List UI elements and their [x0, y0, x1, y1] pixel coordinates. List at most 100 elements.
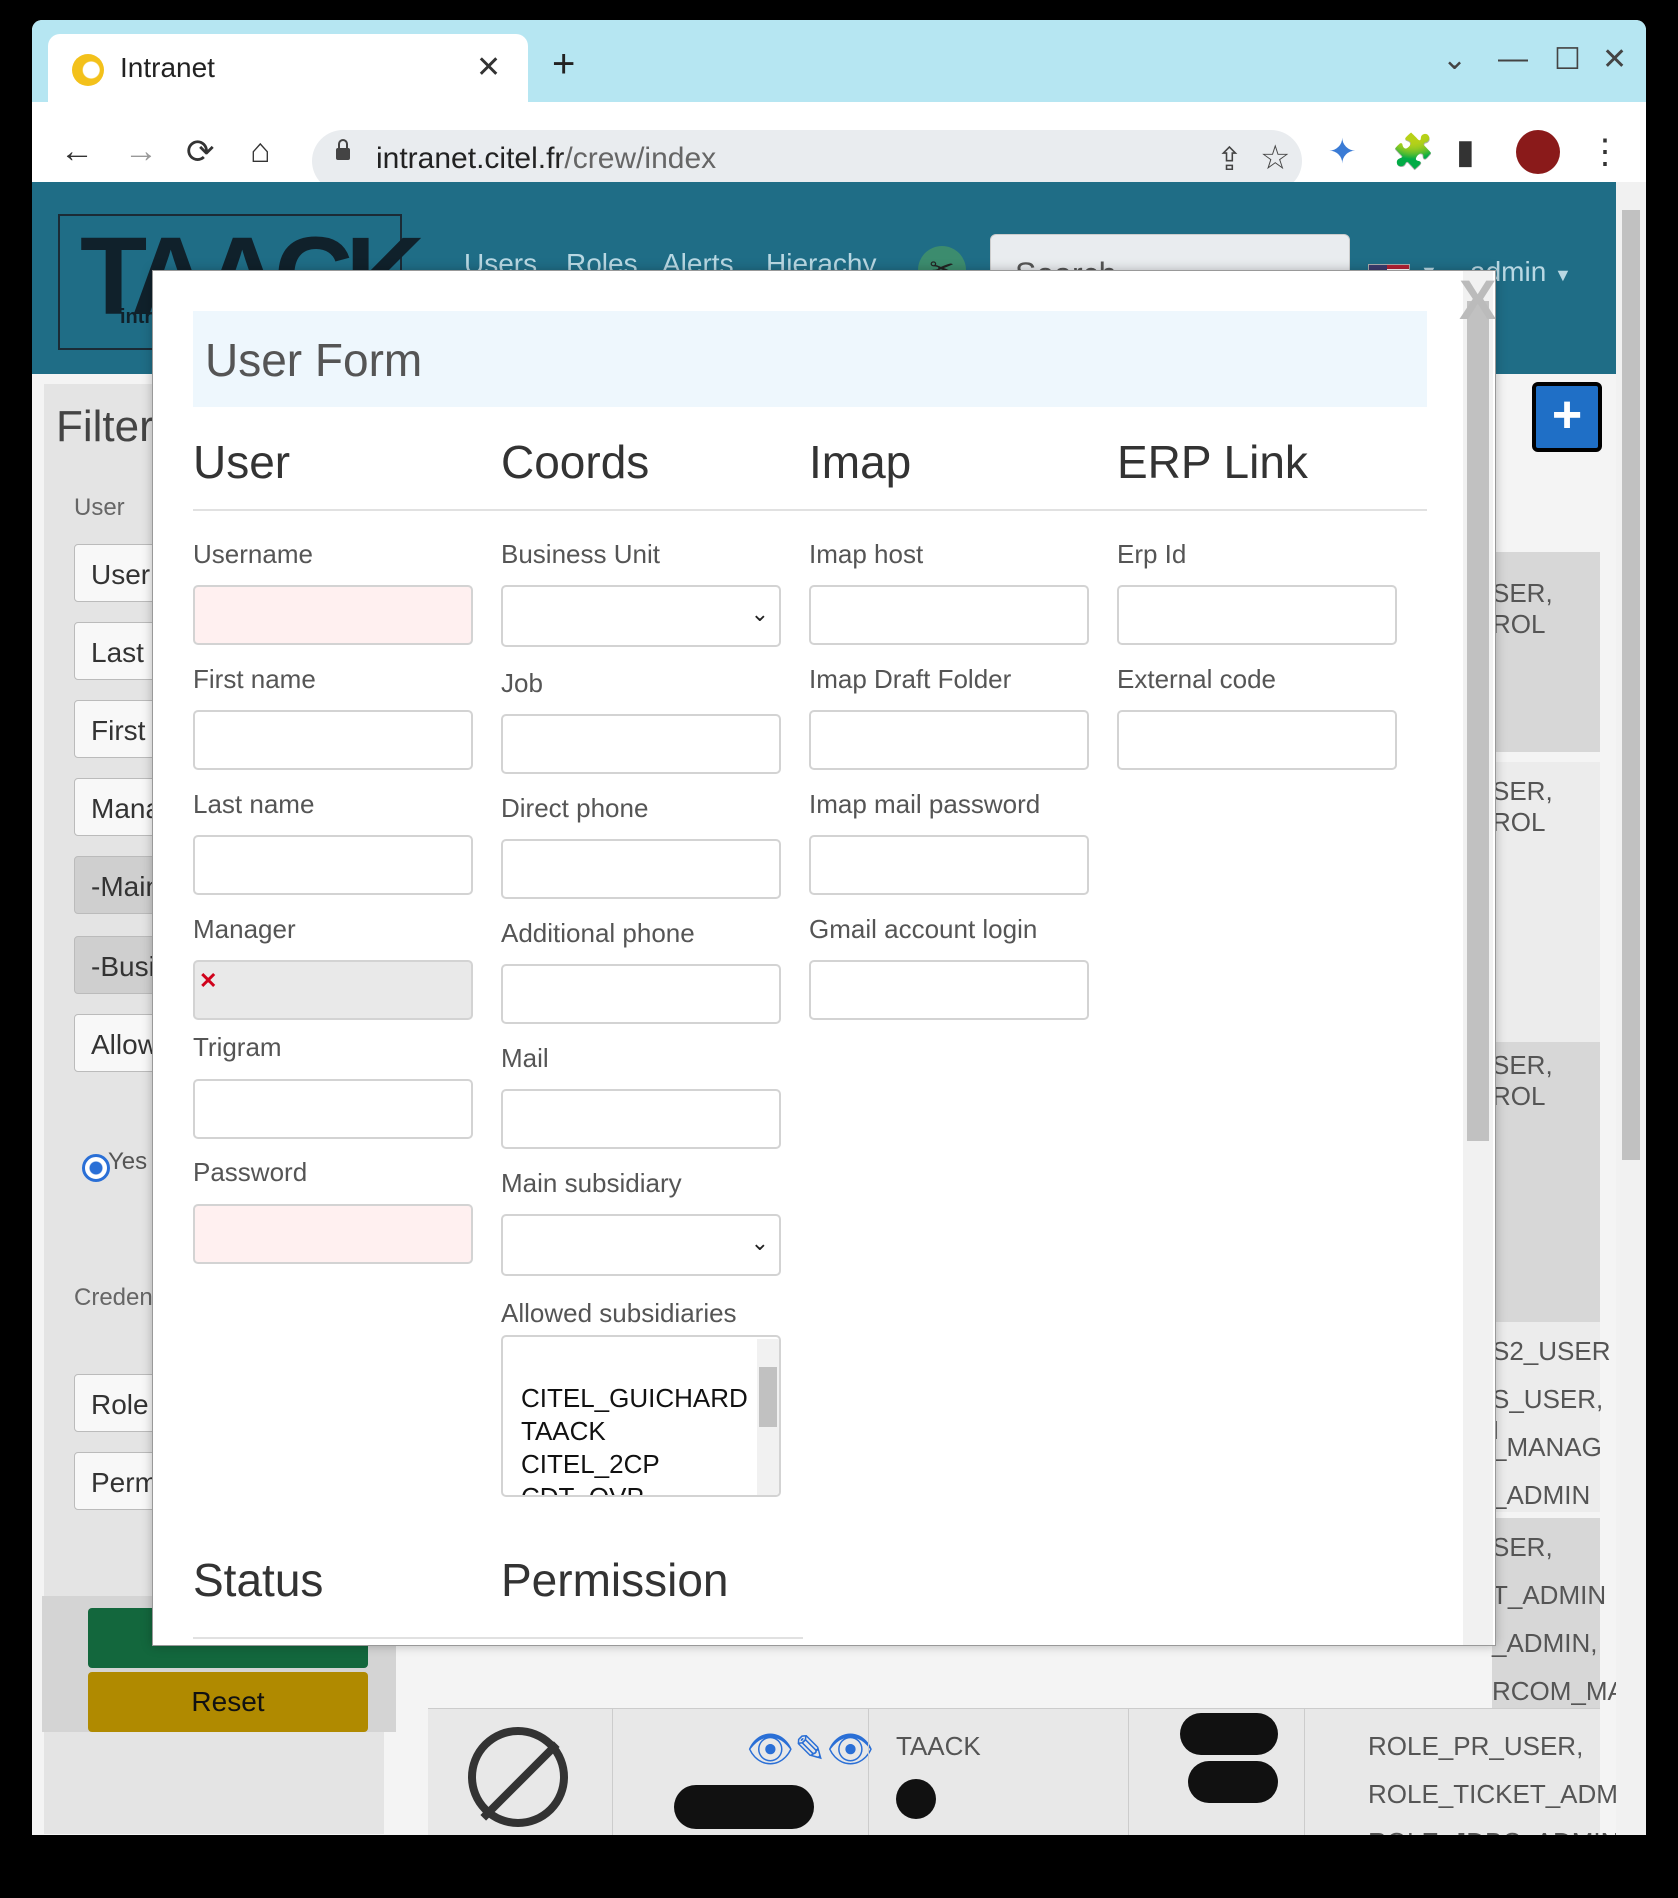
username-field[interactable] — [193, 585, 473, 645]
imap-host-label: Imap host — [809, 539, 924, 569]
window-close-icon[interactable]: ✕ — [1602, 42, 1627, 77]
filter-user-label: User — [74, 494, 125, 521]
lastname-field[interactable] — [193, 835, 473, 895]
roles-cell: SER, ROL — [1492, 578, 1553, 639]
form-header: User Form — [193, 311, 1427, 407]
business-unit-label: Business Unit — [501, 539, 660, 569]
roles-cell: RCOM_MA — [1492, 1676, 1616, 1706]
favicon-icon — [72, 54, 104, 86]
eyes-edit-icon[interactable]: 👁✎👁 — [746, 1727, 874, 1772]
section-imap-heading: Imap — [809, 436, 912, 488]
external-code-label: External code — [1117, 664, 1276, 694]
option-item[interactable]: TAACK — [521, 1416, 606, 1447]
additional-phone-field[interactable] — [501, 964, 781, 1024]
redacted-name — [674, 1785, 814, 1829]
username-label: Username — [193, 539, 313, 569]
roles-cell: ROLE_JDBC_ADMIN — [1368, 1827, 1616, 1835]
roles-cell: SER, ROL — [1492, 1050, 1553, 1111]
table-row: 👁✎👁 2020-06-22 TAACK ROLE_PR_USER, ROLE_… — [428, 1708, 1616, 1835]
imap-mail-password-field[interactable] — [809, 835, 1089, 895]
option-item[interactable]: CITEL_GUICHARD — [521, 1383, 748, 1414]
gmail-login-label: Gmail account login — [809, 914, 1038, 944]
manager-label: Manager — [193, 914, 296, 944]
lock-icon[interactable] — [336, 139, 350, 160]
forward-icon[interactable]: → — [124, 132, 158, 171]
new-tab-button[interactable]: + — [552, 44, 575, 84]
additional-phone-label: Additional phone — [501, 918, 695, 948]
select-scrollbar[interactable] — [757, 1339, 779, 1495]
lastname-label: Last name — [193, 789, 315, 819]
tab-search-icon[interactable]: ⌄ — [1442, 42, 1467, 77]
select-scrollbar-thumb[interactable] — [759, 1367, 777, 1427]
firstname-label: First name — [193, 664, 316, 694]
chevron-down-icon: ⌄ — [750, 601, 769, 626]
table-row: SER, ROL — [1492, 552, 1600, 752]
external-code-field[interactable] — [1117, 710, 1397, 770]
erp-id-label: Erp Id — [1117, 539, 1187, 569]
password-label: Password — [193, 1157, 308, 1187]
roles-cell: _ADMIN, — [1492, 1628, 1598, 1658]
allowed-subsidiaries-select[interactable]: CITEL_GUICHARD TAACK CITEL_2CP CDT_OVP — [501, 1335, 781, 1497]
trigram-label: Trigram — [193, 1032, 282, 1062]
form-title: User Form — [205, 334, 423, 386]
home-icon[interactable]: ⌂ — [250, 132, 271, 171]
credentials-label: Creden — [74, 1284, 153, 1311]
redacted-text — [896, 1779, 936, 1819]
avatar[interactable] — [1516, 130, 1560, 174]
extension-feather-icon[interactable]: ✦ — [1328, 132, 1357, 172]
browser-window: Intranet ✕ + ⌄ — ☐ ✕ ← → ⟳ ⌂ intranet.ci… — [32, 20, 1646, 1835]
url-path: /crew/index — [564, 142, 717, 175]
star-icon[interactable]: ☆ — [1260, 138, 1290, 178]
add-user-button[interactable]: + — [1532, 382, 1602, 452]
modal-close-button[interactable]: X — [1459, 271, 1495, 332]
roles-cell: _MANAG — [1492, 1432, 1602, 1462]
option-item[interactable]: CITEL_2CP — [521, 1449, 660, 1480]
imap-host-field[interactable] — [809, 585, 1089, 645]
roles-cell: _ADMIN — [1492, 1480, 1591, 1510]
manager-field[interactable]: ✕ — [193, 960, 473, 1020]
roles-cell: SER, ROL — [1492, 776, 1553, 837]
share-icon[interactable]: ⇪ — [1216, 140, 1243, 178]
erp-id-field[interactable] — [1117, 585, 1397, 645]
option-item[interactable]: CDT_OVP — [521, 1482, 644, 1495]
menu-icon[interactable]: ⋮ — [1588, 132, 1622, 172]
radio-yes[interactable] — [82, 1154, 110, 1182]
job-field[interactable] — [501, 714, 781, 774]
imap-draft-folder-field[interactable] — [809, 710, 1089, 770]
browser-tab[interactable]: Intranet ✕ — [48, 34, 528, 102]
minimize-icon[interactable]: — — [1498, 42, 1528, 76]
maximize-icon[interactable]: ☐ — [1554, 42, 1581, 77]
page-scrollbar[interactable] — [1616, 182, 1646, 1835]
business-unit-select[interactable]: ⌄ — [501, 585, 781, 647]
page-scrollbar-thumb[interactable] — [1622, 210, 1640, 1160]
sidebar-icon[interactable]: ▮ — [1456, 132, 1475, 172]
roles-cell: S2_USER — [1492, 1336, 1611, 1366]
clear-icon[interactable]: ✕ — [199, 968, 217, 994]
direct-phone-label: Direct phone — [501, 793, 649, 823]
roles-cell: T_ADMIN — [1492, 1580, 1607, 1610]
url-text[interactable]: intranet.citel.fr/crew/index — [376, 142, 716, 176]
reset-button[interactable]: Reset — [88, 1672, 368, 1732]
gmail-login-field[interactable] — [809, 960, 1089, 1020]
main-subsidiary-select[interactable]: ⌄ — [501, 1214, 781, 1276]
tab-close-icon[interactable]: ✕ — [476, 50, 501, 85]
password-field[interactable] — [193, 1204, 473, 1264]
redacted-value — [1180, 1713, 1278, 1755]
chevron-down-icon: ▼ — [1554, 265, 1572, 285]
modal-scrollbar-thumb[interactable] — [1467, 301, 1489, 1141]
direct-phone-field[interactable] — [501, 839, 781, 899]
mail-field[interactable] — [501, 1089, 781, 1149]
back-icon[interactable]: ← — [60, 132, 94, 171]
reload-icon[interactable]: ⟳ — [186, 132, 215, 172]
tab-title: Intranet — [120, 52, 215, 83]
trigram-field[interactable] — [193, 1079, 473, 1139]
user-form-modal: X User Form User Coords Imap ERP Link Us… — [152, 270, 1496, 1646]
modal-scrollbar[interactable] — [1463, 271, 1493, 1645]
url-host: intranet.citel.fr — [376, 142, 565, 175]
date-text: 2020-06-22 — [676, 1833, 799, 1835]
section-erp-heading: ERP Link — [1117, 436, 1308, 488]
firstname-field[interactable] — [193, 710, 473, 770]
puzzle-icon[interactable]: 🧩 — [1392, 132, 1434, 172]
roles-cell: SER, — [1492, 1532, 1553, 1562]
business-unit-text: TAACK — [896, 1731, 981, 1761]
